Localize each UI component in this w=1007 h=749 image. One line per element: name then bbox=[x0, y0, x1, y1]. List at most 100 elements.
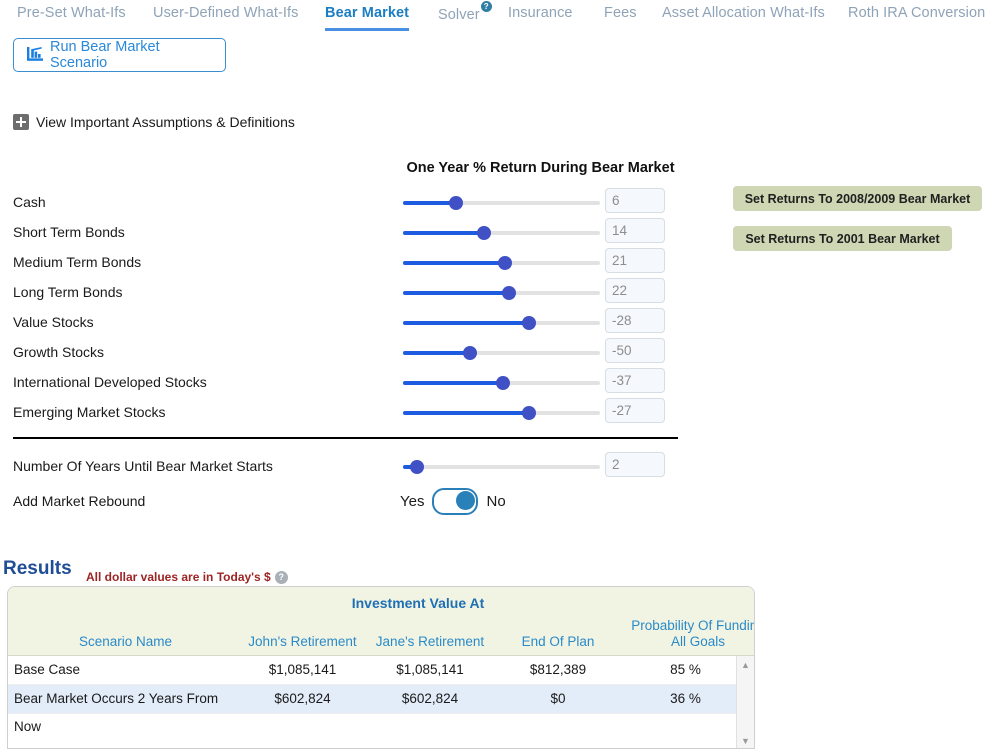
results-table-body: Base Case$1,085,141$1,085,141$812,38985 … bbox=[8, 656, 754, 749]
view-assumptions-label: View Important Assumptions & Definitions bbox=[36, 114, 295, 130]
tab-label: Pre-Set What-Ifs bbox=[17, 5, 126, 21]
scroll-down-icon[interactable]: ▼ bbox=[737, 733, 754, 749]
tab-user-defined-what-ifs[interactable]: User-Defined What-Ifs bbox=[153, 2, 299, 21]
column-header-probability[interactable]: Probability Of Funding All Goals bbox=[628, 618, 755, 650]
slider-label: Medium Term Bonds bbox=[13, 254, 141, 270]
results-note: All dollar values are in Today's $ ? bbox=[86, 570, 288, 584]
results-table-scrollbar[interactable]: ▲ ▼ bbox=[736, 656, 754, 749]
tab-insurance[interactable]: Insurance bbox=[508, 2, 573, 21]
section-divider bbox=[13, 437, 678, 439]
run-button-label: Run Bear Market Scenario bbox=[50, 39, 212, 71]
investment-value-group-header: Investment Value At bbox=[223, 595, 613, 611]
tab-label: User-Defined What-Ifs bbox=[153, 5, 299, 21]
slider-fill bbox=[403, 381, 503, 385]
slider-value-input[interactable]: -28 bbox=[605, 308, 665, 333]
slider-handle[interactable] bbox=[463, 346, 477, 360]
years-value-input[interactable]: 2 bbox=[605, 452, 665, 477]
tab-roth-ira-conversion[interactable]: Roth IRA Conversion bbox=[848, 2, 985, 21]
tab-pre-set-what-ifs[interactable]: Pre-Set What-Ifs bbox=[17, 2, 126, 21]
slider-value-input[interactable]: -50 bbox=[605, 338, 665, 363]
preset-returns-button[interactable]: Set Returns To 2001 Bear Market bbox=[733, 226, 952, 251]
cell-end-of-plan: $0 bbox=[493, 685, 623, 713]
years-slider-handle[interactable] bbox=[410, 460, 424, 474]
slider-fill bbox=[403, 291, 509, 295]
slider-label: International Developed Stocks bbox=[13, 374, 207, 390]
table-row[interactable]: Base Case$1,085,141$1,085,141$812,38985 … bbox=[8, 656, 754, 685]
asset-return-slider[interactable] bbox=[403, 229, 600, 237]
asset-return-slider[interactable] bbox=[403, 379, 600, 387]
tab-bear-market[interactable]: Bear Market bbox=[325, 2, 409, 21]
slider-value-input[interactable]: -37 bbox=[605, 368, 665, 393]
slider-handle[interactable] bbox=[496, 376, 510, 390]
scroll-up-icon[interactable]: ▲ bbox=[737, 657, 754, 673]
toggle-yes-label[interactable]: Yes bbox=[400, 493, 424, 510]
slider-value-input[interactable]: 22 bbox=[605, 278, 665, 303]
add-market-rebound-toggle[interactable] bbox=[432, 488, 478, 515]
table-row[interactable]: Bear Market Occurs 2 Years From Now$602,… bbox=[8, 685, 754, 714]
asset-return-slider[interactable] bbox=[403, 289, 600, 297]
slider-row: Cash 6 bbox=[0, 188, 700, 218]
results-table-header: Investment Value At Scenario Name John's… bbox=[8, 587, 754, 656]
years-label: Number Of Years Until Bear Market Starts bbox=[13, 458, 273, 474]
asset-return-slider[interactable] bbox=[403, 409, 600, 417]
slider-handle[interactable] bbox=[522, 316, 536, 330]
slider-value-input[interactable]: 14 bbox=[605, 218, 665, 243]
sliders-column-title: One Year % Return During Bear Market bbox=[403, 160, 678, 176]
asset-return-slider[interactable] bbox=[403, 259, 600, 267]
slider-label: Cash bbox=[13, 194, 46, 210]
asset-return-slider[interactable] bbox=[403, 199, 600, 207]
slider-value-input[interactable]: -27 bbox=[605, 398, 665, 423]
slider-label: Growth Stocks bbox=[13, 344, 104, 360]
results-note-text: All dollar values are in Today's $ bbox=[86, 570, 271, 584]
toggle-knob bbox=[456, 491, 475, 510]
slider-handle[interactable] bbox=[477, 226, 491, 240]
add-market-rebound-label: Add Market Rebound bbox=[13, 493, 145, 509]
asset-return-slider[interactable] bbox=[403, 349, 600, 357]
main-tab-bar: Pre-Set What-Ifs User-Defined What-Ifs Bea… bbox=[0, 0, 1007, 30]
run-bear-market-scenario-button[interactable]: Run Bear Market Scenario bbox=[13, 38, 226, 72]
slider-label: Value Stocks bbox=[13, 314, 94, 330]
column-header-end-of-plan[interactable]: End Of Plan bbox=[493, 634, 623, 650]
tab-solver[interactable]: Solver? bbox=[438, 2, 492, 23]
slider-handle[interactable] bbox=[498, 256, 512, 270]
cell-johns-retirement: $1,085,141 bbox=[230, 656, 375, 684]
slider-row: Long Term Bonds22 bbox=[0, 278, 700, 308]
preset-returns-button[interactable]: Set Returns To 2008/2009 Bear Market bbox=[733, 186, 982, 211]
help-icon[interactable]: ? bbox=[481, 1, 492, 12]
slider-handle[interactable] bbox=[449, 196, 463, 210]
slider-label: Short Term Bonds bbox=[13, 224, 125, 240]
tab-label: Solver bbox=[438, 7, 480, 23]
slider-value-input[interactable]: 21 bbox=[605, 248, 665, 273]
tab-asset-allocation-what-ifs[interactable]: Asset Allocation What-Ifs bbox=[662, 2, 825, 21]
tab-label: Insurance bbox=[508, 5, 573, 21]
slider-fill bbox=[403, 351, 470, 355]
add-market-rebound-toggle-group: Yes No bbox=[400, 488, 506, 515]
years-until-bear-market-row: Number Of Years Until Bear Market Starts… bbox=[0, 452, 700, 482]
years-slider[interactable] bbox=[403, 463, 600, 471]
slider-row: Value Stocks -28 bbox=[0, 308, 700, 338]
column-header-scenario-name[interactable]: Scenario Name bbox=[38, 634, 213, 650]
tab-fees[interactable]: Fees bbox=[604, 2, 637, 21]
slider-fill bbox=[403, 231, 484, 235]
active-tab-underline bbox=[325, 28, 409, 31]
preset-button-label: Set Returns To 2008/2009 Bear Market bbox=[745, 192, 971, 206]
slider-handle[interactable] bbox=[502, 286, 516, 300]
cell-end-of-plan: $812,389 bbox=[493, 656, 623, 684]
slider-handle[interactable] bbox=[522, 406, 536, 420]
asset-return-slider[interactable] bbox=[403, 319, 600, 327]
view-assumptions-toggle[interactable]: View Important Assumptions & Definitions bbox=[13, 114, 295, 130]
cell-probability: 36 % bbox=[628, 685, 743, 713]
slider-fill bbox=[403, 261, 505, 265]
slider-row: International Developed Stocks -37 bbox=[0, 368, 700, 398]
column-header-janes-retirement[interactable]: Jane's Retirement bbox=[360, 634, 500, 650]
tab-label: Bear Market bbox=[325, 5, 409, 21]
column-header-johns-retirement[interactable]: John's Retirement bbox=[230, 634, 375, 650]
slider-row: Short Term Bonds 14 bbox=[0, 218, 700, 248]
cell-janes-retirement: $602,824 bbox=[360, 685, 500, 713]
years-slider-track[interactable] bbox=[403, 465, 600, 469]
slider-value-input[interactable]: 6 bbox=[605, 188, 665, 213]
toggle-no-label[interactable]: No bbox=[486, 493, 505, 510]
plus-expand-icon bbox=[13, 114, 29, 130]
help-icon[interactable]: ? bbox=[275, 571, 288, 584]
cell-janes-retirement: $1,085,141 bbox=[360, 656, 500, 684]
